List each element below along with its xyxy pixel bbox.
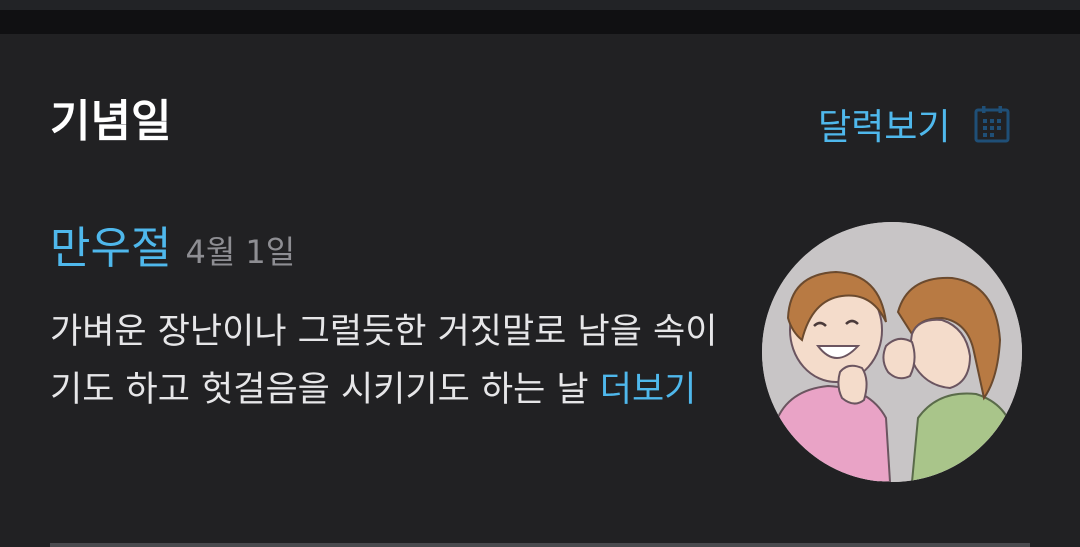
event-name[interactable]: 만우절 [50, 212, 171, 276]
calendar-icon [974, 106, 1010, 143]
event-illustration[interactable] [762, 222, 1022, 482]
event-header: 만우절 4월 1일 [50, 212, 295, 276]
section-separator [0, 10, 1080, 34]
calendar-view-button[interactable]: 달력보기 [818, 92, 1010, 156]
whispering-people-image [762, 222, 1022, 482]
event-description: 가벼운 장난이나 그럴듯한 거짓말로 남을 속이기도 하고 헛걸음을 시키기도 … [50, 303, 740, 419]
more-link[interactable]: 더보기 [600, 370, 697, 410]
bottom-divider [50, 543, 1030, 547]
section-title: 기념일 [50, 96, 172, 147]
calendar-view-label: 달력보기 [818, 107, 951, 148]
event-date: 4월 1일 [185, 233, 296, 271]
top-bar-remnant [0, 0, 1080, 10]
